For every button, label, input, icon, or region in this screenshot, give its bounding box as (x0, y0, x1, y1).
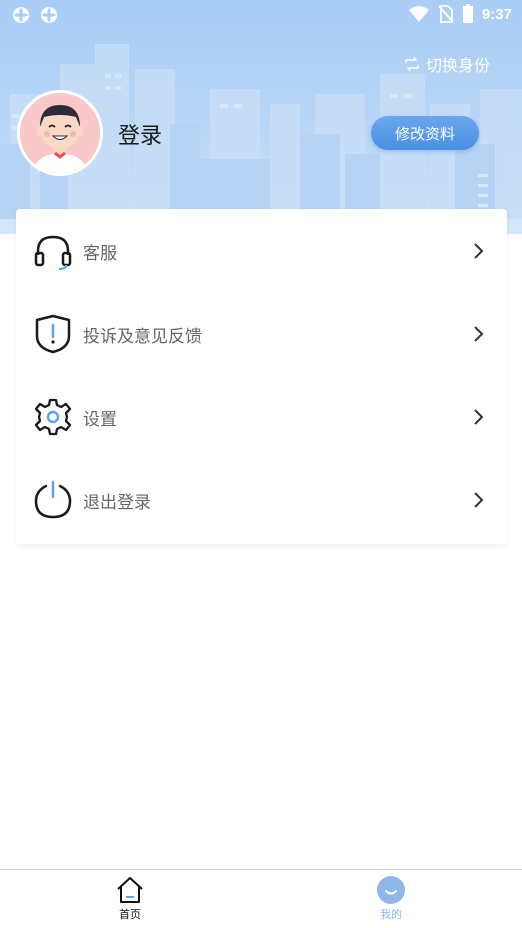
status-left-icons (12, 6, 58, 24)
profile-header: 9:37 切换身份 登录 修改资料 (0, 0, 522, 234)
menu-card: 客服 投诉及意见反馈 设置 退出登录 (16, 209, 507, 544)
menu-item-customer-service[interactable]: 客服 (16, 209, 507, 293)
nav-tab-label: 我的 (380, 908, 402, 921)
notification-icon (13, 7, 29, 23)
menu-item-settings[interactable]: 设置 (16, 375, 507, 459)
menu-item-label: 客服 (83, 243, 117, 264)
menu-item-label: 退出登录 (83, 492, 151, 513)
profile-screen: 9:37 切换身份 登录 修改资料 客服 投诉及意见反馈 设置 退出登录 首页 … (0, 0, 522, 928)
status-bar: 9:37 (0, 0, 522, 30)
gear-icon (34, 398, 72, 436)
menu-item-label: 投诉及意见反馈 (83, 326, 202, 347)
chevron-right-icon (474, 409, 484, 425)
user-avatar-illustration (20, 93, 100, 173)
menu-item-feedback[interactable]: 投诉及意见反馈 (16, 292, 507, 376)
nav-tab-mine[interactable]: 我的 (351, 876, 431, 926)
notification-icon (41, 7, 57, 23)
status-time: 9:37 (481, 5, 512, 23)
power-icon (34, 480, 72, 519)
chevron-right-icon (474, 243, 484, 259)
chevron-right-icon (474, 492, 484, 508)
nav-tab-home[interactable]: 首页 (90, 876, 170, 926)
profile-icon (377, 876, 405, 904)
avatar[interactable] (17, 90, 103, 176)
no-sim-icon (438, 5, 454, 23)
switch-identity-button[interactable]: 切换身份 (404, 52, 490, 76)
switch-identity-label: 切换身份 (425, 56, 490, 75)
headset-icon (34, 235, 72, 271)
nav-tab-label: 首页 (119, 908, 141, 921)
menu-item-logout[interactable]: 退出登录 (16, 458, 507, 542)
menu-item-label: 设置 (83, 409, 117, 430)
edit-profile-button[interactable]: 修改资料 (371, 116, 479, 150)
bottom-nav: 首页 我的 (0, 869, 522, 928)
swap-icon (405, 57, 419, 71)
chevron-right-icon (474, 326, 484, 342)
shield-alert-icon (35, 314, 71, 354)
battery-icon (462, 4, 473, 23)
status-right-icons: 9:37 (408, 4, 512, 24)
home-icon (117, 877, 143, 903)
wifi-icon (408, 6, 429, 22)
login-link[interactable]: 登录 (118, 118, 162, 150)
